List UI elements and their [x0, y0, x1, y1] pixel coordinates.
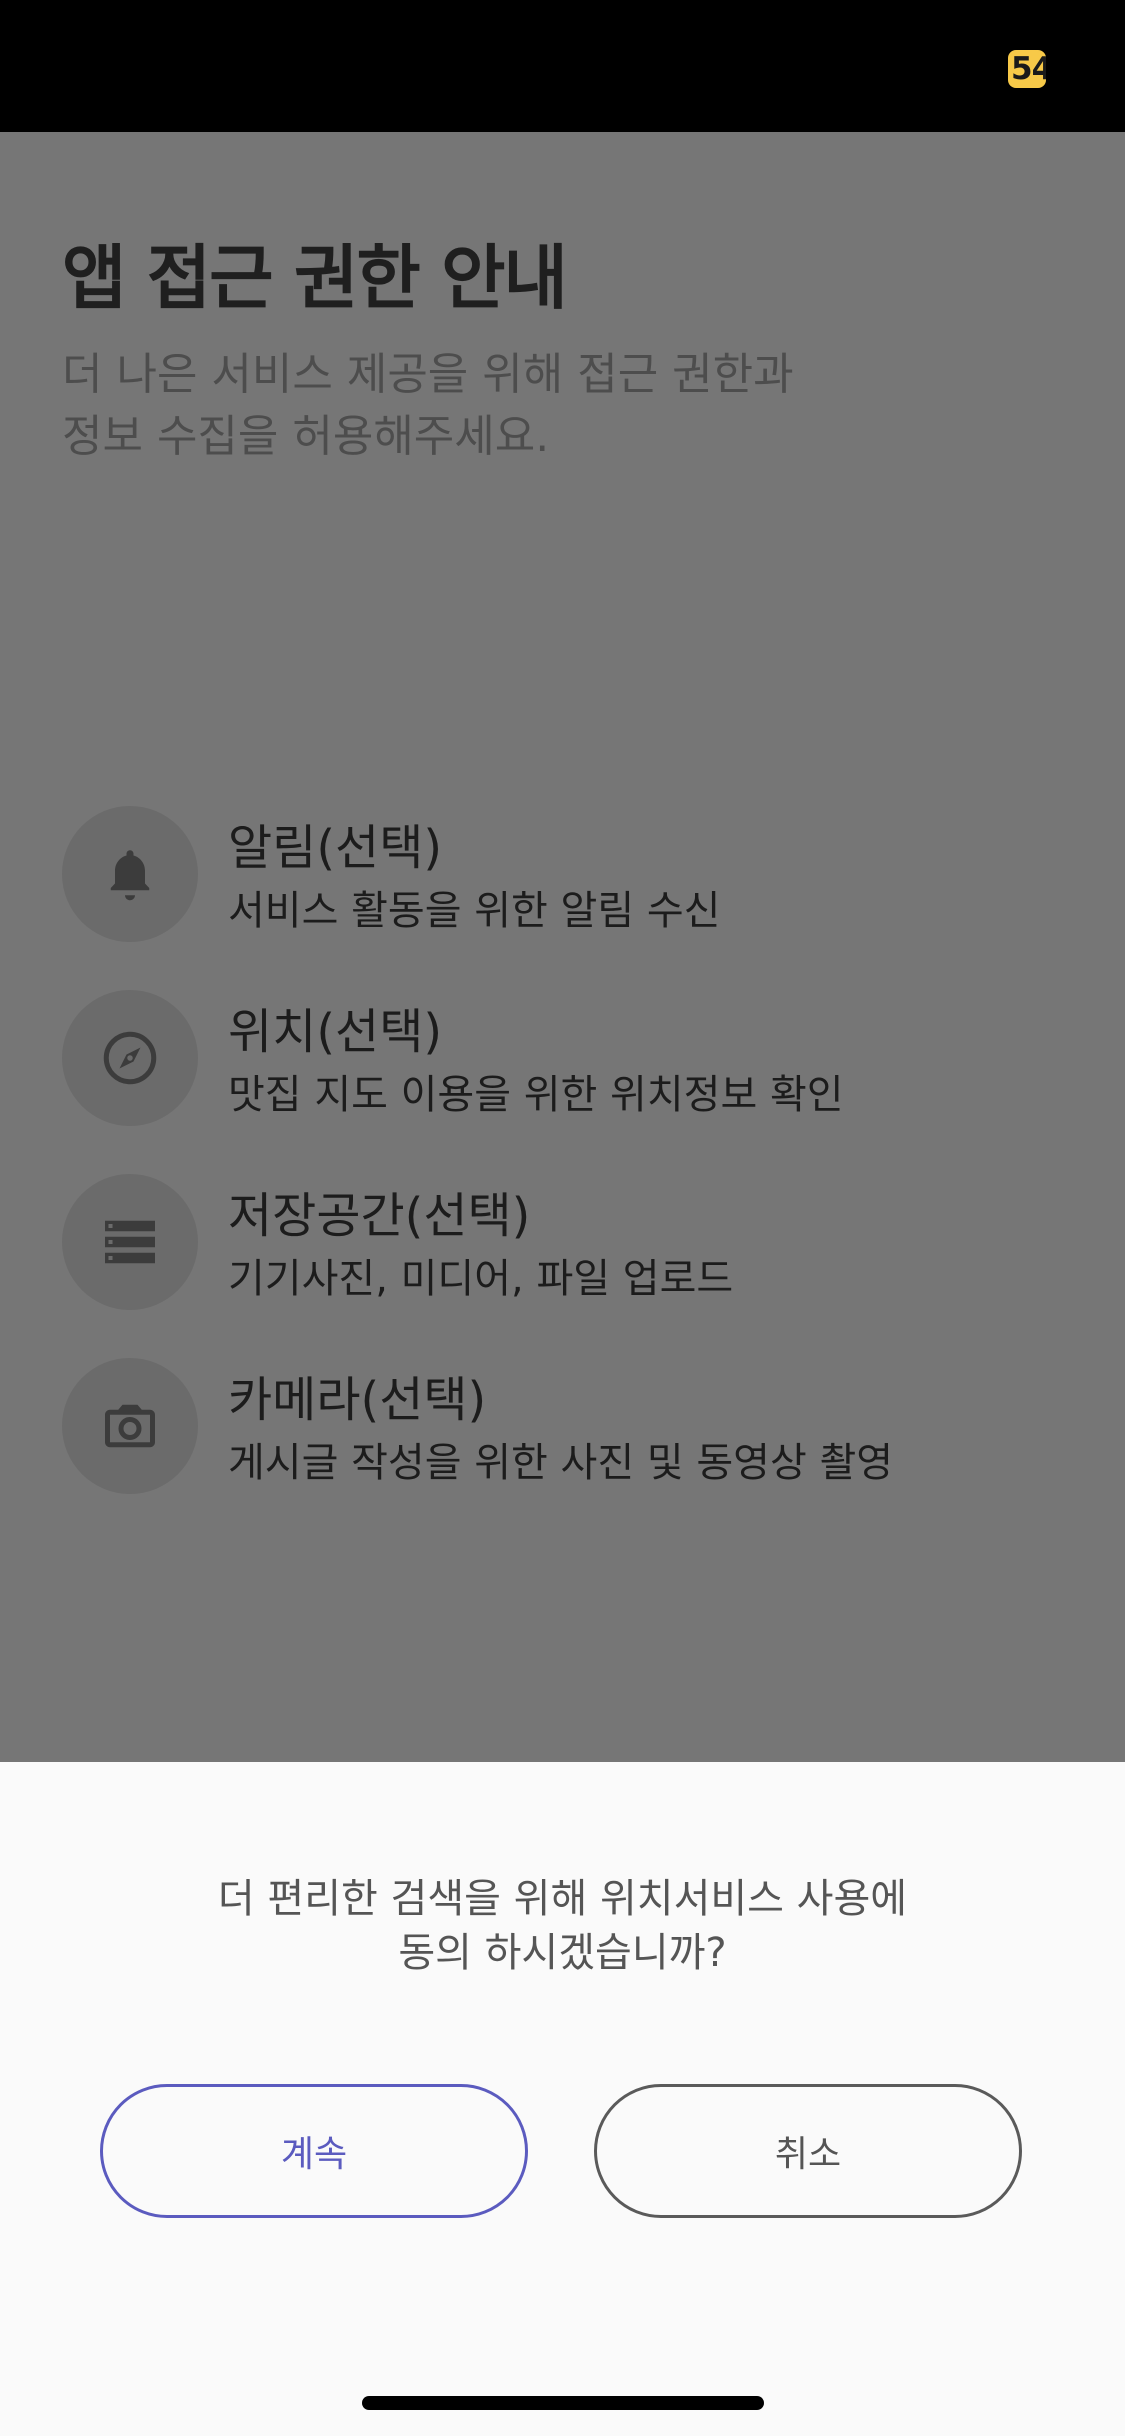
compass-icon: [62, 990, 198, 1126]
status-bar: 54: [0, 0, 1125, 132]
permission-description: 서비스 활동을 위한 알림 수신: [228, 888, 721, 934]
page-subtitle: 더 나은 서비스 제공을 위해 접근 권한과 정보 수집을 허용해주세요.: [62, 349, 794, 462]
page-title: 앱 접근 권한 안내: [62, 237, 568, 319]
permission-title: 저장공간(선택): [228, 1188, 531, 1244]
permission-title: 위치(선택): [228, 1004, 443, 1060]
permission-description: 맛집 지도 이용을 위한 위치정보 확인: [228, 1072, 844, 1118]
permission-item-storage: 저장공간(선택) 기기사진, 미디어, 파일 업로드: [62, 1174, 1062, 1310]
permission-description: 게시글 작성을 위한 사진 및 동영상 촬영: [228, 1440, 894, 1486]
home-indicator[interactable]: [362, 2396, 764, 2410]
storage-icon: [62, 1174, 198, 1310]
continue-button[interactable]: 계속: [100, 2084, 528, 2218]
permission-item-camera: 카메라(선택) 게시글 작성을 위한 사진 및 동영상 촬영: [62, 1358, 1062, 1494]
dialog-message: 더 편리한 검색을 위해 위치서비스 사용에 동의 하시겠습니까?: [217, 1876, 908, 1976]
battery-level: 54: [1011, 51, 1046, 87]
permission-title: 카메라(선택): [228, 1372, 487, 1428]
bell-icon: [62, 806, 198, 942]
camera-icon: [62, 1358, 198, 1494]
cancel-button[interactable]: 취소: [594, 2084, 1022, 2218]
permission-title: 알림(선택): [228, 820, 443, 876]
permission-item-location: 위치(선택) 맛집 지도 이용을 위한 위치정보 확인: [62, 990, 1062, 1126]
permission-description: 기기사진, 미디어, 파일 업로드: [228, 1256, 734, 1302]
location-consent-sheet: 더 편리한 검색을 위해 위치서비스 사용에 동의 하시겠습니까? 계속 취소: [0, 1762, 1125, 2436]
permission-item-notifications: 알림(선택) 서비스 활동을 위한 알림 수신: [62, 806, 1062, 942]
battery-icon: 54: [1008, 50, 1046, 88]
